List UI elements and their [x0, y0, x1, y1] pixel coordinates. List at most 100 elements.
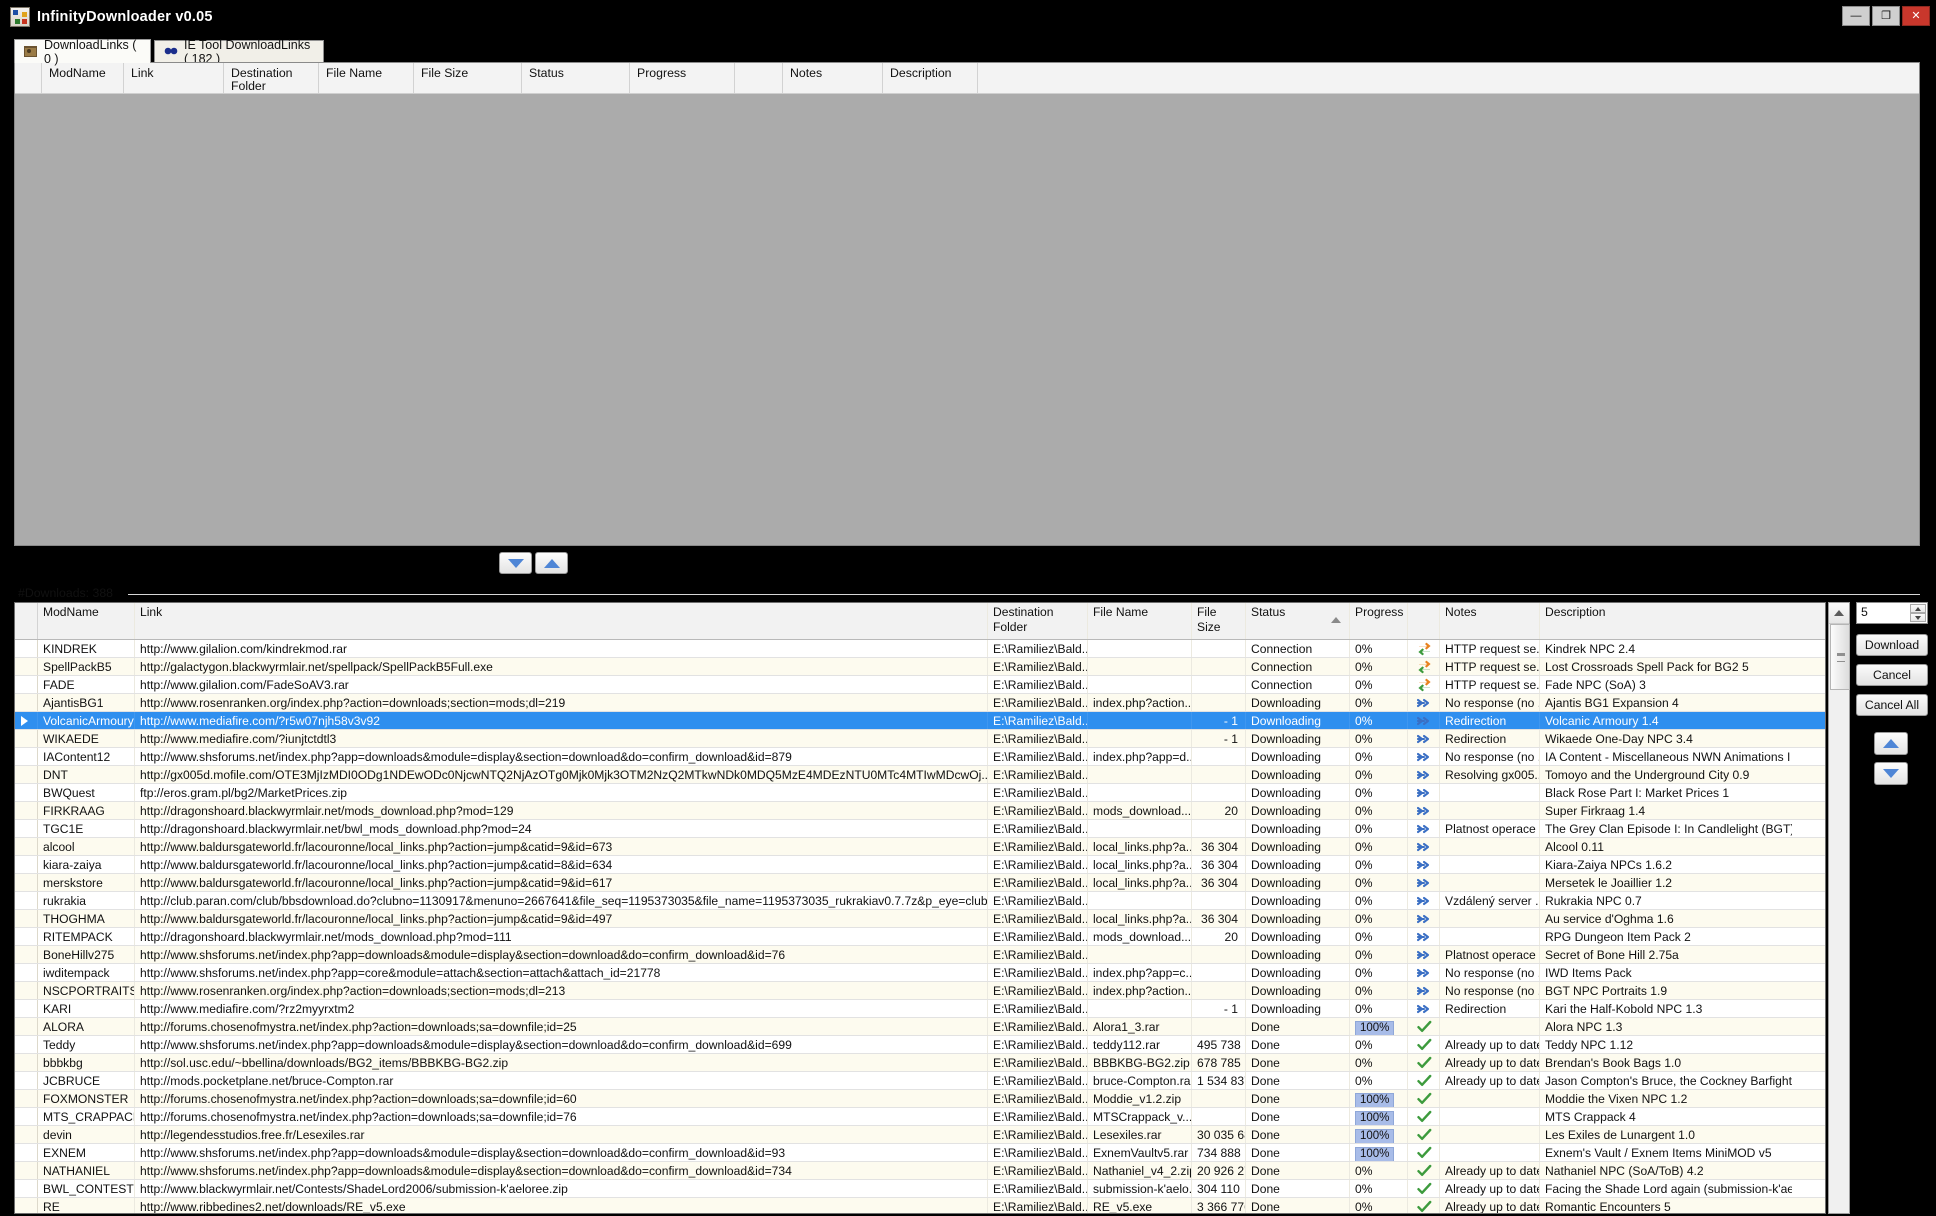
table-row[interactable]: EXNEM http://www.shsforums.net/index.php?… [15, 1144, 1825, 1162]
top-col-progress[interactable]: Progress [630, 63, 735, 93]
table-row[interactable]: alcool http://www.baldursgateworld.fr/lac… [15, 838, 1825, 856]
move-down-button[interactable] [499, 552, 532, 574]
table-row[interactable]: MTS_CRAPPACK http://forums.chosenofmystra… [15, 1108, 1825, 1126]
row-marker[interactable] [15, 1198, 38, 1213]
table-row[interactable]: WIKAEDE http://www.mediafire.com/?iunjtct… [15, 730, 1825, 748]
download-queue-grid[interactable]: ModName Link Destination Folder File Nam… [14, 602, 1826, 1214]
table-row[interactable]: devin http://legendesstudios.free.fr/Lese… [15, 1126, 1825, 1144]
table-row[interactable]: ALORA http://forums.chosenofmystra.net/in… [15, 1018, 1825, 1036]
maximize-button[interactable]: ❐ [1872, 6, 1900, 26]
row-marker[interactable] [15, 748, 38, 765]
row-marker[interactable] [15, 1090, 38, 1107]
row-marker[interactable] [15, 1072, 38, 1089]
row-marker[interactable] [15, 1126, 38, 1143]
col-filesize[interactable]: File Size [1192, 603, 1246, 639]
cancel-button[interactable]: Cancel [1856, 664, 1928, 686]
col-filename[interactable]: File Name [1088, 603, 1192, 639]
row-marker[interactable] [15, 928, 38, 945]
col-status[interactable]: Status [1246, 603, 1350, 639]
stepper-up-button[interactable] [1910, 604, 1926, 613]
row-marker[interactable] [15, 1108, 38, 1125]
row-marker[interactable] [15, 712, 38, 729]
move-up-button[interactable] [535, 552, 568, 574]
row-marker[interactable] [15, 1054, 38, 1071]
top-col-destination-folder[interactable]: Destination Folder [224, 63, 319, 93]
concurrent-downloads-stepper[interactable]: 5 [1856, 602, 1928, 624]
row-marker[interactable] [15, 856, 38, 873]
minimize-button[interactable]: — [1842, 6, 1870, 26]
row-marker[interactable] [15, 802, 38, 819]
col-notes[interactable]: Notes [1440, 603, 1540, 639]
queue-grid-scrollbar[interactable] [1828, 602, 1850, 1214]
table-row[interactable]: NSCPORTRAITS http://www.rosenranken.org/i… [15, 982, 1825, 1000]
col-destination-folder[interactable]: Destination Folder [988, 603, 1088, 639]
queue-move-down-button[interactable] [1874, 762, 1908, 785]
table-row[interactable]: DNT http://gx005d.mofile.com/OTE3MjIzMDI0… [15, 766, 1825, 784]
row-marker[interactable] [15, 1018, 38, 1035]
top-col-filename[interactable]: File Name [319, 63, 414, 93]
table-row[interactable]: VolcanicArmoury http://www.mediafire.com/… [15, 712, 1825, 730]
table-row[interactable]: KINDREK http://www.gilalion.com/kindrekmo… [15, 640, 1825, 658]
table-row[interactable]: FIRKRAAG http://dragonshoard.blackwyrmlai… [15, 802, 1825, 820]
row-marker[interactable] [15, 1180, 38, 1197]
row-marker[interactable] [15, 640, 38, 657]
table-row[interactable]: BWL_CONTEST http://www.blackwyrmlair.net/… [15, 1180, 1825, 1198]
row-marker[interactable] [15, 838, 38, 855]
top-download-grid[interactable]: ModName Link Destination Folder File Nam… [14, 62, 1920, 546]
top-col-description[interactable]: Description [883, 63, 978, 93]
top-col-notes[interactable]: Notes [783, 63, 883, 93]
row-marker[interactable] [15, 874, 38, 891]
table-row[interactable]: SpellPackB5 http://galactygon.blackwyrmla… [15, 658, 1825, 676]
top-col-modname[interactable]: ModName [42, 63, 124, 93]
table-row[interactable]: RITEMPACK http://dragonshoard.blackwyrmla… [15, 928, 1825, 946]
row-marker[interactable] [15, 694, 38, 711]
queue-grid-body[interactable]: KINDREK http://www.gilalion.com/kindrekmo… [15, 640, 1825, 1213]
close-button[interactable]: ✕ [1902, 6, 1930, 26]
table-row[interactable]: iwditempack http://www.shsforums.net/inde… [15, 964, 1825, 982]
row-marker[interactable] [15, 1162, 38, 1179]
table-row[interactable]: FOXMONSTER http://forums.chosenofmystra.n… [15, 1090, 1825, 1108]
row-marker[interactable] [15, 1144, 38, 1161]
row-marker[interactable] [15, 730, 38, 747]
row-marker[interactable] [15, 892, 38, 909]
table-row[interactable]: IAContent12 http://www.shsforums.net/inde… [15, 748, 1825, 766]
queue-move-up-button[interactable] [1874, 732, 1908, 755]
row-marker[interactable] [15, 820, 38, 837]
download-button[interactable]: Download [1856, 634, 1928, 656]
col-description[interactable]: Description [1540, 603, 1792, 639]
row-marker[interactable] [15, 964, 38, 981]
tab-downloadlinks[interactable]: DownloadLinks ( 0 ) [14, 38, 151, 66]
row-marker[interactable] [15, 910, 38, 927]
row-marker[interactable] [15, 1000, 38, 1017]
row-marker[interactable] [15, 766, 38, 783]
table-row[interactable]: JCBRUCE http://mods.pocketplane.net/bruce… [15, 1072, 1825, 1090]
table-row[interactable]: THOGHMA http://www.baldursgateworld.fr/la… [15, 910, 1825, 928]
row-marker[interactable] [15, 676, 38, 693]
row-marker[interactable] [15, 1036, 38, 1053]
row-marker[interactable] [15, 658, 38, 675]
table-row[interactable]: rukrakia http://club.paran.com/club/bbsdo… [15, 892, 1825, 910]
table-row[interactable]: bbbkbg http://sol.usc.edu/~bbellina/downl… [15, 1054, 1825, 1072]
table-row[interactable]: BoneHillv275 http://www.shsforums.net/ind… [15, 946, 1825, 964]
table-row[interactable]: merskstore http://www.baldursgateworld.fr… [15, 874, 1825, 892]
top-col-icon[interactable] [735, 63, 783, 93]
col-link[interactable]: Link [135, 603, 988, 639]
table-row[interactable]: BWQuest ftp://eros.gram.pl/bg2/MarketPric… [15, 784, 1825, 802]
row-marker[interactable] [15, 946, 38, 963]
table-row[interactable]: FADE http://www.gilalion.com/FadeSoAV3.ra… [15, 676, 1825, 694]
col-modname[interactable]: ModName [38, 603, 135, 639]
table-row[interactable]: Teddy http://www.shsforums.net/index.php?… [15, 1036, 1825, 1054]
col-state-icon[interactable] [1408, 603, 1440, 639]
scroll-up-button[interactable] [1829, 603, 1849, 624]
row-marker[interactable] [15, 784, 38, 801]
top-col-filesize[interactable]: File Size [414, 63, 522, 93]
tab-ietool-downloadlinks[interactable]: IE Tool DownloadLinks ( 182 ) [154, 38, 324, 66]
stepper-down-button[interactable] [1910, 613, 1926, 622]
table-row[interactable]: RE http://www.ribbedines2.net/downloads/R… [15, 1198, 1825, 1213]
cancel-all-button[interactable]: Cancel All [1856, 694, 1928, 716]
table-row[interactable]: KARI http://www.mediafire.com/?rz2myyrxtm… [15, 1000, 1825, 1018]
scrollbar-thumb[interactable] [1830, 624, 1850, 690]
table-row[interactable]: AjantisBG1 http://www.rosenranken.org/ind… [15, 694, 1825, 712]
stepper-buttons[interactable] [1910, 604, 1926, 622]
top-grid-body[interactable] [15, 94, 1919, 545]
